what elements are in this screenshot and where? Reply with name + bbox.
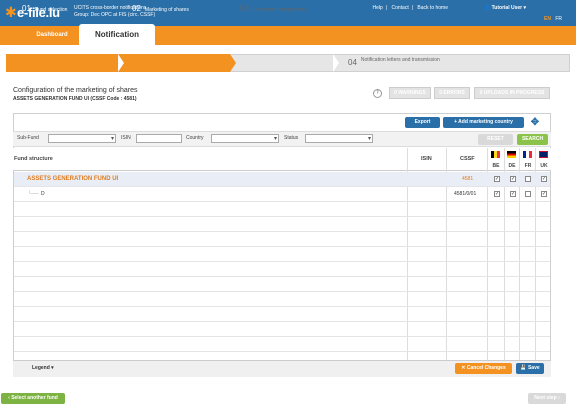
step-3[interactable]: 03 Document management bbox=[240, 0, 306, 18]
checkbox-be[interactable]: ✓ bbox=[494, 176, 500, 182]
next-step-button[interactable]: Next step › bbox=[528, 393, 566, 404]
isin-input[interactable] bbox=[136, 134, 182, 143]
empty-row bbox=[14, 337, 550, 352]
user-menu[interactable]: 👤 Tutorial User ▾ bbox=[484, 5, 526, 11]
status-label: Status bbox=[284, 135, 299, 141]
select-another-fund-button[interactable]: ‹ Select another fund bbox=[1, 393, 65, 404]
empty-row bbox=[14, 292, 550, 307]
country-de: DE bbox=[508, 163, 516, 169]
help-icon[interactable]: ? bbox=[373, 89, 382, 98]
empty-row bbox=[14, 262, 550, 277]
tree-branch-icon: └── bbox=[28, 191, 39, 197]
warnings-badge[interactable]: 0 WARNINGS bbox=[389, 87, 431, 99]
germany-flag-icon bbox=[507, 151, 516, 158]
subfund-select[interactable] bbox=[48, 134, 116, 143]
errors-badge[interactable]: 0 ERRORS bbox=[434, 87, 470, 99]
tab-notification[interactable]: Notification bbox=[79, 24, 155, 45]
back-home-link[interactable]: Back to home bbox=[417, 5, 448, 11]
uploads-badge[interactable]: 0 UPLOADS IN PROGRESS bbox=[474, 87, 550, 99]
checkbox-fr[interactable] bbox=[525, 176, 531, 182]
step-2[interactable]: 02 Marketing of shares bbox=[132, 0, 189, 18]
empty-row bbox=[14, 322, 550, 337]
cssf-code: 4581/0/01 bbox=[454, 191, 477, 197]
col-isin[interactable]: ISIN bbox=[421, 156, 432, 162]
isin-label: ISIN bbox=[121, 135, 131, 141]
country-uk: UK bbox=[540, 163, 548, 169]
search-button[interactable]: SEARCH bbox=[517, 134, 548, 145]
step-arrow bbox=[333, 54, 339, 72]
chevron-down-icon: ▾ bbox=[523, 5, 526, 11]
export-button[interactable]: Export bbox=[405, 117, 440, 128]
top-links: Help | Contact | Back to home bbox=[372, 5, 448, 11]
move-icon[interactable]: ✥ bbox=[528, 116, 542, 129]
table-row[interactable]: ASSETS GENERATION FUND UI 4581 ✓ ✓ ✓ bbox=[14, 172, 550, 187]
cssf-code: 4581 bbox=[462, 176, 474, 182]
empty-row bbox=[14, 232, 550, 247]
country-label: Country bbox=[186, 135, 204, 141]
share-class-name[interactable]: D bbox=[41, 187, 45, 202]
chevron-down-icon: ▾ bbox=[51, 365, 54, 371]
step-arrow bbox=[118, 54, 124, 72]
save-button[interactable]: 💾 Save bbox=[516, 363, 544, 374]
contact-link[interactable]: Contact bbox=[391, 5, 408, 11]
checkbox-uk[interactable]: ✓ bbox=[541, 191, 547, 197]
empty-row bbox=[14, 247, 550, 262]
empty-row bbox=[14, 217, 550, 232]
belgium-flag-icon bbox=[491, 151, 500, 158]
country-fr: FR bbox=[524, 163, 532, 169]
help-link[interactable]: Help bbox=[372, 5, 382, 11]
checkbox-fr[interactable] bbox=[525, 191, 531, 197]
country-select[interactable] bbox=[211, 134, 279, 143]
country-be: BE bbox=[492, 163, 500, 169]
checkbox-be[interactable]: ✓ bbox=[494, 191, 500, 197]
status-select[interactable] bbox=[305, 134, 373, 143]
page-subtitle: ASSETS GENERATION FUND UI (CSSF Code : 4… bbox=[13, 96, 137, 102]
page-title: Configuration of the marketing of shares bbox=[13, 87, 138, 94]
empty-row bbox=[14, 277, 550, 292]
france-flag-icon bbox=[523, 151, 532, 158]
col-fund-structure[interactable]: Fund structure bbox=[14, 156, 53, 162]
empty-row bbox=[14, 202, 550, 217]
add-country-button[interactable]: + Add marketing country bbox=[443, 117, 524, 128]
col-cssf[interactable]: CSSF bbox=[460, 156, 475, 162]
step-arrow bbox=[230, 54, 236, 72]
tab-dashboard[interactable]: Dashboard bbox=[28, 26, 76, 45]
checkbox-uk[interactable]: ✓ bbox=[541, 176, 547, 182]
step-1[interactable]: 01 Fund selection bbox=[22, 0, 67, 18]
table-row[interactable]: └── D 4581/0/01 ✓ ✓ ✓ bbox=[14, 187, 550, 202]
subfund-label: Sub-Fund bbox=[17, 135, 39, 141]
language-switch: EN FR bbox=[544, 16, 562, 22]
reset-button[interactable]: RESET bbox=[478, 134, 513, 145]
checkbox-de[interactable]: ✓ bbox=[510, 191, 516, 197]
legend-toggle[interactable]: Legend ▾ bbox=[32, 361, 54, 376]
checkbox-de[interactable]: ✓ bbox=[510, 176, 516, 182]
lang-en[interactable]: EN bbox=[544, 16, 551, 22]
cancel-changes-button[interactable]: ✕ Cancel Changes bbox=[455, 363, 512, 374]
user-icon: 👤 bbox=[484, 5, 491, 11]
step-4[interactable]: 04 Notification letters and transmission bbox=[348, 57, 448, 75]
empty-row bbox=[14, 307, 550, 322]
fund-name[interactable]: ASSETS GENERATION FUND UI bbox=[27, 172, 118, 187]
lang-fr[interactable]: FR bbox=[555, 16, 562, 22]
uk-flag-icon bbox=[539, 151, 548, 158]
